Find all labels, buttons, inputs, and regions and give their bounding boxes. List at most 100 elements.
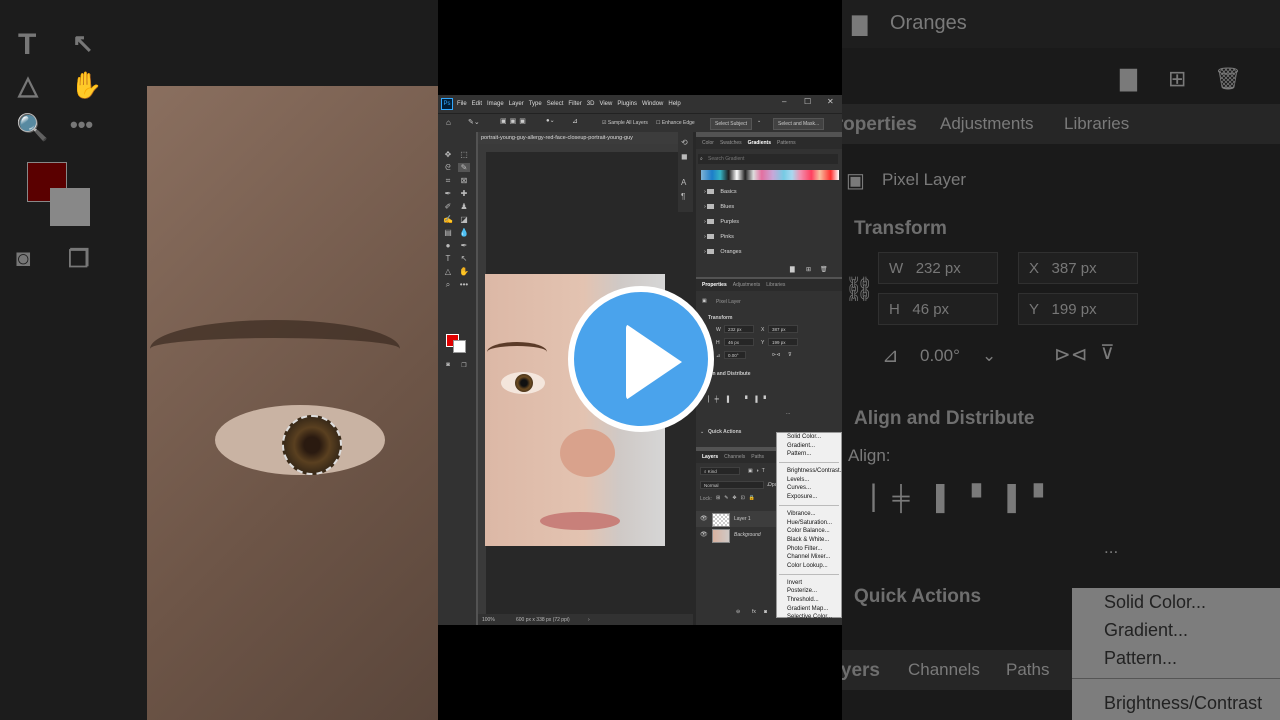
menu-item-invert[interactable]: Invert	[777, 579, 841, 588]
x-field[interactable]: 387 px	[768, 325, 798, 333]
menu-item-color-lookup[interactable]: Color Lookup...	[777, 562, 841, 571]
menu-item-levels[interactable]: Levels...	[777, 476, 841, 485]
menu-edit[interactable]: Edit	[472, 101, 482, 107]
visibility-eye-icon[interactable]: 👁	[700, 531, 708, 538]
menu-view[interactable]: View	[599, 101, 612, 107]
selection-mode-icons[interactable]: ▣▣▣	[500, 117, 529, 125]
menu-item-gradient[interactable]: Gradient...	[777, 442, 841, 451]
stamp-tool-icon[interactable]: ♟	[458, 202, 470, 211]
menu-item-pattern[interactable]: Pattern...	[777, 450, 841, 459]
quick-actions-chevron-icon[interactable]: ⌄	[700, 429, 704, 435]
sample-all-layers-checkbox[interactable]: ☑ Sample All Layers	[602, 120, 648, 126]
layer-mask-icon[interactable]: ◙	[764, 609, 767, 615]
menu-item-posterize[interactable]: Posterize...	[777, 587, 841, 596]
layer-kind-filter[interactable]: ⌕ Kind	[700, 467, 740, 475]
menu-window[interactable]: Window	[642, 101, 663, 107]
tab-layers[interactable]: Layers	[702, 454, 718, 460]
lasso-tool-icon[interactable]: ᘓ	[442, 163, 454, 173]
menu-type[interactable]: Type	[529, 101, 542, 107]
tab-gradients[interactable]: Gradients	[748, 140, 771, 146]
recent-gradients-row[interactable]	[701, 170, 839, 180]
height-field[interactable]: 46 px	[724, 338, 754, 346]
select-subject-button[interactable]: Select Subject	[710, 118, 752, 130]
layer-fx-button[interactable]: fx	[752, 609, 756, 615]
more-options[interactable]: ...	[786, 410, 790, 416]
folder-oranges[interactable]: › Oranges	[704, 249, 741, 255]
link-layers-icon[interactable]: ⊖	[736, 609, 740, 615]
folder-purples[interactable]: › Purples	[704, 219, 739, 225]
character-panel-icon[interactable]: A	[681, 178, 686, 187]
menu-item-vibrance[interactable]: Vibrance...	[777, 510, 841, 519]
flip-horizontal-icon[interactable]: ⊳⊲	[772, 352, 780, 358]
angle-field[interactable]: 0.00°	[724, 351, 746, 359]
menu-item-brightness-contrast[interactable]: Brightness/Contrast...	[777, 467, 842, 476]
zoom-tool-icon[interactable]: ⌕	[442, 280, 454, 290]
tab-libraries[interactable]: Libraries	[766, 282, 785, 288]
comments-panel-icon[interactable]: ◼	[681, 152, 688, 161]
menu-item-threshold[interactable]: Threshold...	[777, 596, 841, 605]
align-icons[interactable]: ▕╪▐ ▝▐▘	[704, 396, 774, 403]
new-group-icon[interactable]: ▇	[790, 266, 795, 273]
more-tools-icon[interactable]: •••	[458, 280, 470, 289]
shape-tool-icon[interactable]: △	[442, 267, 454, 276]
select-and-mask-button[interactable]: Select and Mask...	[773, 118, 825, 130]
tab-patterns[interactable]: Patterns	[777, 140, 796, 146]
marquee-tool-icon[interactable]: ⬚	[458, 150, 470, 159]
brush-size-icon[interactable]: ●⌄	[546, 117, 555, 124]
type-tool-icon[interactable]: T	[442, 254, 454, 263]
zoom-level[interactable]: 100%	[482, 617, 495, 623]
hand-tool-icon[interactable]: ✋	[458, 267, 470, 276]
tab-paths[interactable]: Paths	[751, 454, 764, 460]
menu-item-channel-mixer[interactable]: Channel Mixer...	[777, 553, 841, 562]
menu-item-curves[interactable]: Curves...	[777, 484, 841, 493]
minimize-button[interactable]: –	[782, 97, 786, 106]
tab-swatches[interactable]: Swatches	[720, 140, 742, 146]
menu-item-gradient-map[interactable]: Gradient Map...	[777, 605, 841, 614]
close-button[interactable]: ✕	[827, 97, 834, 106]
history-panel-icon[interactable]: ⟲	[681, 138, 688, 147]
folder-pinks[interactable]: › Pinks	[704, 234, 734, 240]
delete-icon[interactable]: 🗑	[820, 266, 828, 273]
menu-3d[interactable]: 3D	[587, 101, 595, 107]
background-color-swatch[interactable]	[453, 340, 466, 353]
visibility-eye-icon[interactable]: 👁	[700, 515, 708, 522]
menu-image[interactable]: Image	[487, 101, 504, 107]
tab-color[interactable]: Color	[702, 140, 714, 146]
y-field[interactable]: 199 px	[768, 338, 798, 346]
menu-item-color-balance[interactable]: Color Balance...	[777, 527, 841, 536]
brush-angle-icon[interactable]: ⊿	[572, 117, 578, 125]
menu-item-photo-filter[interactable]: Photo Filter...	[777, 545, 841, 554]
quick-mask-icon[interactable]: ◙	[442, 362, 454, 368]
new-gradient-icon[interactable]: ⊞	[806, 266, 811, 273]
quick-selection-tool-icon[interactable]: ✎	[458, 163, 470, 172]
crop-tool-icon[interactable]: ⌗	[442, 176, 454, 186]
pen-tool-icon[interactable]: ✒	[458, 241, 470, 250]
move-tool-icon[interactable]: ✥	[442, 150, 454, 159]
history-brush-icon[interactable]: ✍	[442, 215, 454, 224]
menu-file[interactable]: File	[457, 101, 467, 107]
menu-item-hue-saturation[interactable]: Hue/Saturation...	[777, 519, 841, 528]
menu-select[interactable]: Select	[547, 101, 564, 107]
eraser-tool-icon[interactable]: ◪	[458, 215, 470, 224]
status-arrow-icon[interactable]: ›	[588, 617, 590, 623]
tab-adjustments[interactable]: Adjustments	[733, 282, 761, 288]
menu-plugins[interactable]: Plugins	[617, 101, 637, 107]
maximize-button[interactable]: ☐	[804, 97, 811, 106]
menu-filter[interactable]: Filter	[568, 101, 581, 107]
folder-blues[interactable]: › Blues	[704, 204, 734, 210]
menu-layer[interactable]: Layer	[509, 101, 524, 107]
menu-item-black-white[interactable]: Black & White...	[777, 536, 841, 545]
menu-item-exposure[interactable]: Exposure...	[777, 493, 841, 502]
menu-item-solid-color[interactable]: Solid Color...	[777, 433, 841, 442]
tab-channels[interactable]: Channels	[724, 454, 745, 460]
quick-select-preset-icon[interactable]: ✎⌄	[468, 118, 480, 126]
paragraph-panel-icon[interactable]: ¶	[681, 192, 685, 201]
path-select-icon[interactable]: ↖	[458, 254, 470, 263]
play-button[interactable]	[568, 286, 714, 432]
lock-icons[interactable]: ⊞✎✥⊡🔒	[716, 495, 759, 501]
eyedropper-tool-icon[interactable]: ✒	[442, 189, 454, 198]
width-field[interactable]: 232 px	[724, 325, 754, 333]
flip-vertical-icon[interactable]: ⊽	[788, 352, 792, 358]
tab-properties[interactable]: Properties	[702, 282, 727, 288]
enhance-edge-checkbox[interactable]: ☐ Enhance Edge	[656, 120, 695, 126]
